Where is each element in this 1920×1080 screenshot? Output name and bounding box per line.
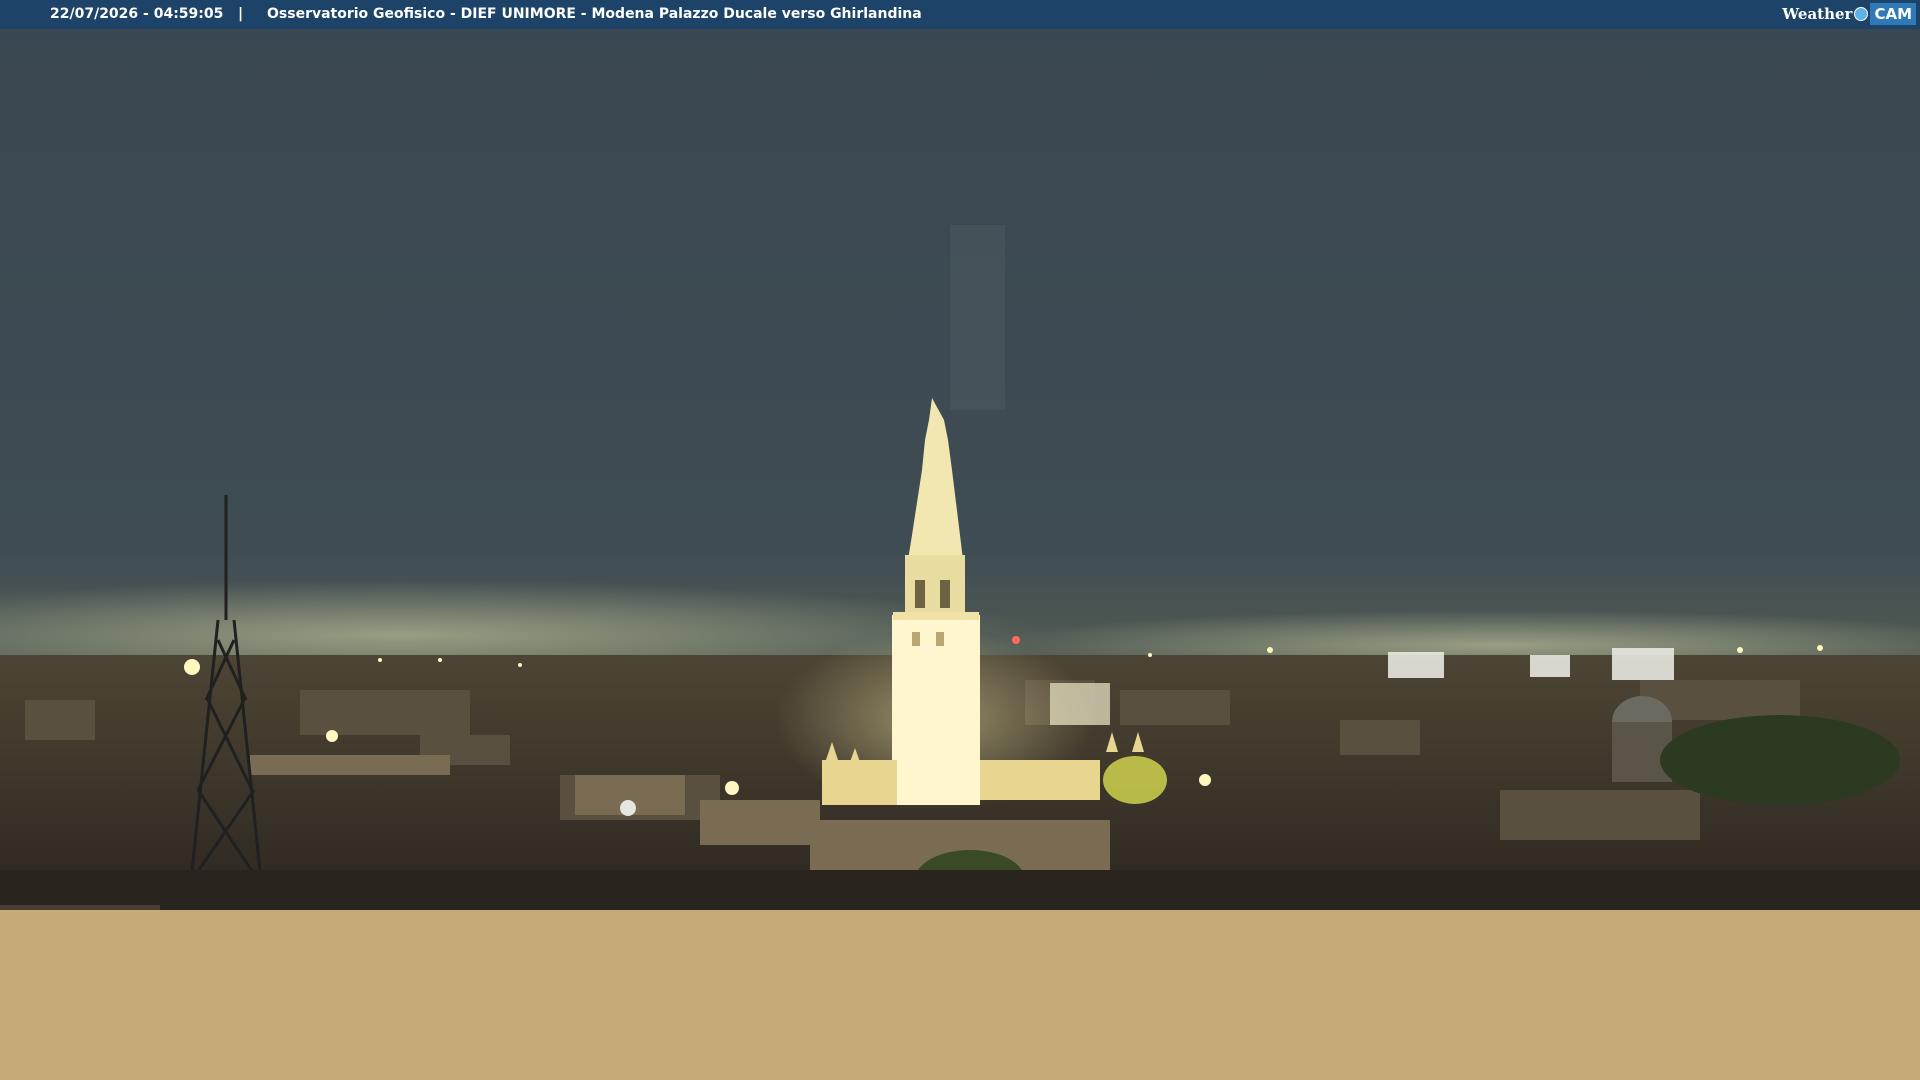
separator: | — [238, 6, 244, 22]
city-skyline-scene — [0, 0, 1920, 910]
logo-cam-text: CAM — [1870, 3, 1916, 25]
timestamp: 22/07/2026 - 04:59:05 — [50, 6, 224, 22]
lit-tree — [1103, 756, 1167, 804]
weathercam-logo: Weather CAM — [1782, 3, 1916, 25]
logo-weather-text: Weather — [1782, 4, 1853, 23]
webcam-image — [0, 0, 1920, 910]
globe-icon — [1854, 7, 1869, 21]
foreground-roofs — [0, 870, 1920, 910]
camera-caption: Osservatorio Geofisico - DIEF UNIMORE - … — [267, 6, 922, 22]
empty-bottom-panel — [0, 910, 1920, 1080]
lens-reflection — [950, 225, 1005, 410]
webcam-info-bar: 22/07/2026 - 04:59:05 | Osservatorio Geo… — [0, 0, 1920, 29]
trees — [1660, 715, 1900, 805]
